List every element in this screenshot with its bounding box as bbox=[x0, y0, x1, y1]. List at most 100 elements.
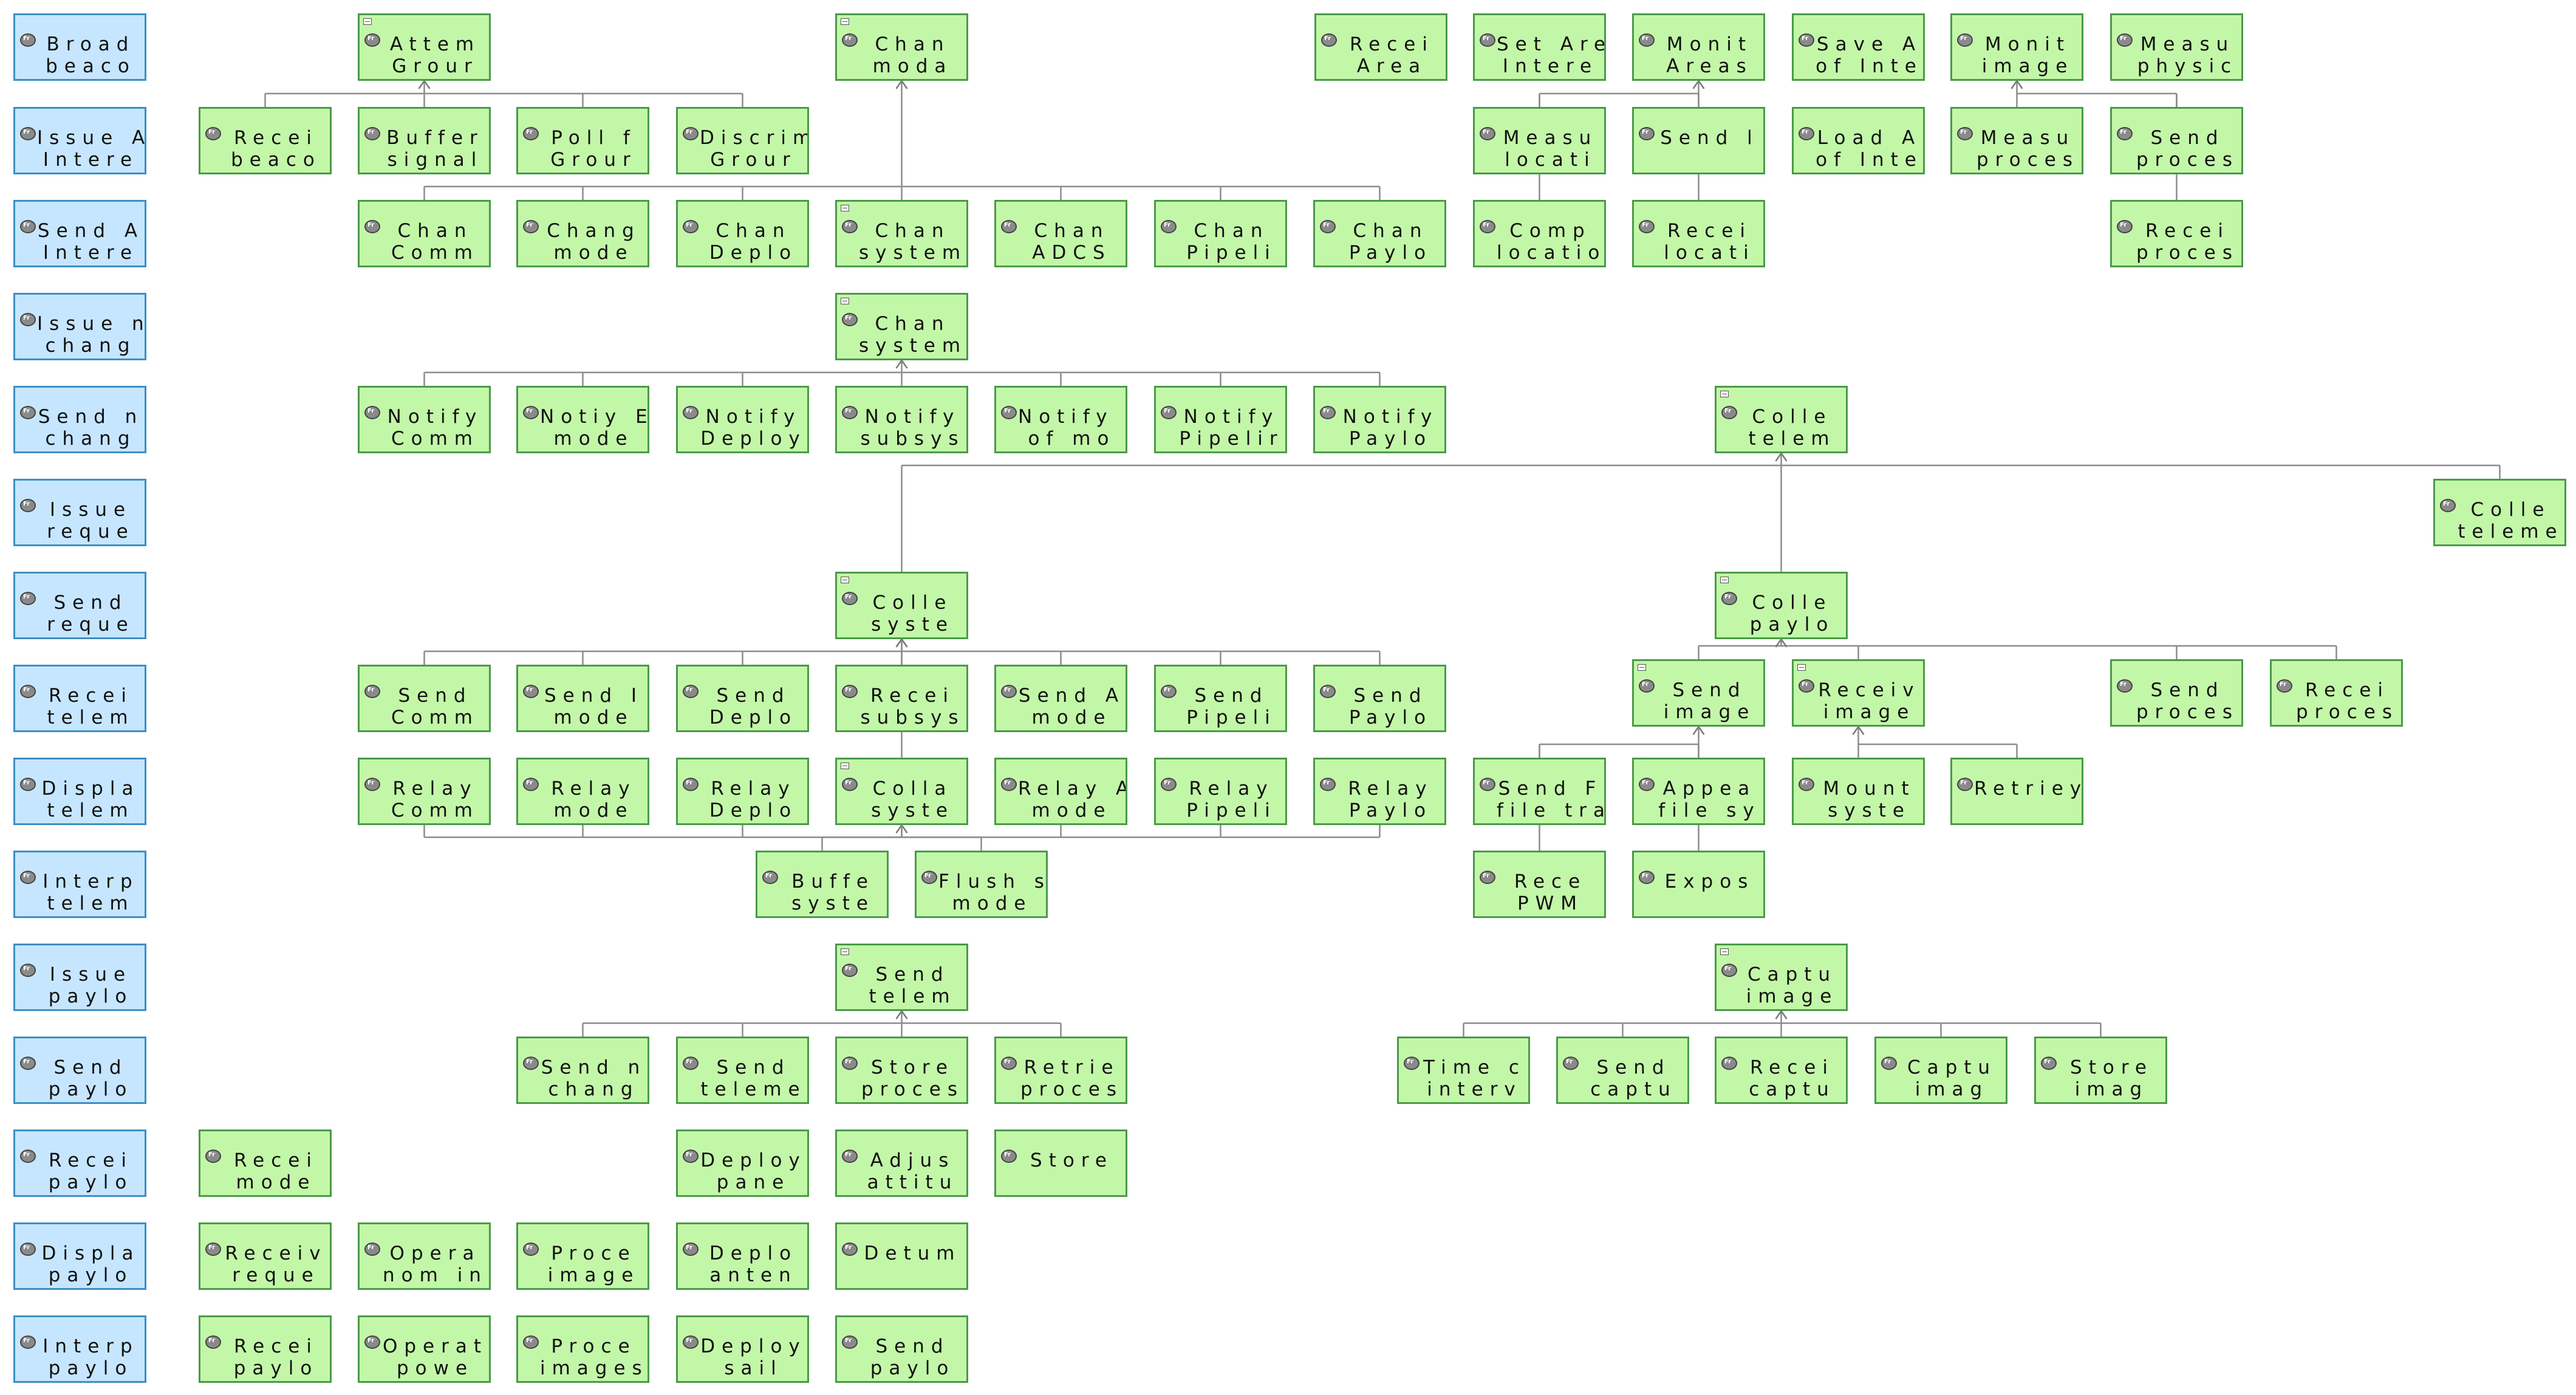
function-node-send_payload[interactable]: SendPaylo bbox=[1313, 665, 1446, 732]
function-node-capture_imag[interactable]: Captuimag bbox=[1874, 1037, 2007, 1104]
function-node-send_image[interactable]: Sendimage bbox=[1632, 659, 1765, 727]
collapse-icon[interactable] bbox=[1720, 948, 1729, 955]
requirement-node-r2[interactable]: Issue AIntere bbox=[13, 107, 146, 174]
function-node-send_pipe[interactable]: SendPipeli bbox=[1154, 665, 1287, 732]
function-node-recv_loc[interactable]: Receilocati bbox=[1632, 200, 1765, 267]
requirement-node-r11[interactable]: Issuepaylo bbox=[13, 944, 146, 1011]
function-node-collect_sys[interactable]: Collesyste bbox=[835, 572, 968, 639]
collapse-icon[interactable] bbox=[841, 577, 849, 583]
function-node-collate_sys[interactable]: Collasyste bbox=[835, 758, 968, 825]
requirement-node-r4[interactable]: Issue nchang bbox=[13, 293, 146, 360]
function-node-send_proc2[interactable]: Sendproces bbox=[2110, 659, 2243, 727]
requirement-node-r9[interactable]: Displatelem bbox=[13, 758, 146, 825]
function-node-load_area[interactable]: Load Aof Inte bbox=[1792, 107, 1925, 174]
function-node-relay_pipe[interactable]: RelayPipeli bbox=[1154, 758, 1287, 825]
function-node-set_area[interactable]: Set AreIntere bbox=[1473, 13, 1606, 81]
function-node-proc_images[interactable]: Proceimages bbox=[516, 1315, 649, 1383]
function-node-recv_pwm[interactable]: RecePWM bbox=[1473, 851, 1606, 918]
function-node-comp_loc[interactable]: Complocatio bbox=[1473, 200, 1606, 267]
function-node-send_deploy[interactable]: SendDeplo bbox=[676, 665, 809, 732]
function-node-store_imag[interactable]: Storeimag bbox=[2034, 1037, 2167, 1104]
function-node-recv_paylo[interactable]: Receipaylo bbox=[199, 1315, 332, 1383]
function-node-change_mode[interactable]: Chanmoda bbox=[835, 13, 968, 81]
function-node-send_comm[interactable]: SendComm bbox=[358, 665, 491, 732]
function-node-expose[interactable]: Expos bbox=[1632, 851, 1765, 918]
requirement-node-r12[interactable]: Sendpaylo bbox=[13, 1037, 146, 1104]
collapse-icon[interactable] bbox=[1638, 664, 1646, 671]
function-node-send_paylo[interactable]: Sendpaylo bbox=[835, 1315, 968, 1383]
function-node-notify_subsys[interactable]: Notifysubsys bbox=[835, 386, 968, 453]
function-node-send_capt[interactable]: Sendcaptu bbox=[1556, 1037, 1689, 1104]
function-node-send_filetr[interactable]: Send Ffile tra bbox=[1473, 758, 1606, 825]
function-node-relay_comm[interactable]: RelayComm bbox=[358, 758, 491, 825]
function-node-collect_payload[interactable]: Collepaylo bbox=[1715, 572, 1848, 639]
requirement-node-r3[interactable]: Send AIntere bbox=[13, 200, 146, 267]
function-node-recv_area[interactable]: ReceiArea bbox=[1314, 13, 1447, 81]
function-node-chan_pipe[interactable]: ChanPipeli bbox=[1154, 200, 1287, 267]
function-node-chan_sys2[interactable]: Chansystem bbox=[835, 293, 968, 360]
function-node-discrim[interactable]: DiscrimGrour bbox=[676, 107, 809, 174]
function-node-mount_sys[interactable]: Mountsyste bbox=[1792, 758, 1925, 825]
function-node-send_telem[interactable]: Sendtelem bbox=[835, 944, 968, 1011]
function-node-recv_image[interactable]: Receivimage bbox=[1792, 659, 1925, 727]
function-node-deploy_sail[interactable]: Deploysail bbox=[676, 1315, 809, 1383]
function-node-monitor_areas[interactable]: MonitAreas bbox=[1632, 13, 1765, 81]
collapse-icon[interactable] bbox=[841, 205, 849, 211]
function-node-append_fs[interactable]: Appeafile sy bbox=[1632, 758, 1765, 825]
function-node-buffer_signal[interactable]: Buffersignal bbox=[358, 107, 491, 174]
function-node-chan_adcs[interactable]: ChanADCS bbox=[994, 200, 1127, 267]
function-node-relay_mode[interactable]: Relaymode bbox=[516, 758, 649, 825]
function-node-chan_mode[interactable]: Changmode bbox=[516, 200, 649, 267]
function-node-deploy_ant[interactable]: Deploanten bbox=[676, 1222, 809, 1290]
function-node-adjust_att[interactable]: Adjusattitu bbox=[835, 1129, 968, 1197]
function-node-store_proc[interactable]: Storeproces bbox=[835, 1037, 968, 1104]
function-node-notify_deploy[interactable]: NotifyDeploy bbox=[676, 386, 809, 453]
function-node-relay_payload[interactable]: RelayPaylo bbox=[1313, 758, 1446, 825]
function-node-send_mode[interactable]: Send Imode bbox=[516, 665, 649, 732]
function-node-recv_mode[interactable]: Receimode bbox=[199, 1129, 332, 1197]
requirement-node-r10[interactable]: Interptelem bbox=[13, 851, 146, 918]
function-node-relay_amode[interactable]: Relay Amode bbox=[994, 758, 1127, 825]
collapse-icon[interactable] bbox=[841, 18, 849, 25]
function-node-recv_reque[interactable]: Receivreque bbox=[199, 1222, 332, 1290]
collapse-icon[interactable] bbox=[1720, 391, 1729, 397]
function-node-measure_proc[interactable]: Measuproces bbox=[1950, 107, 2083, 174]
requirement-node-r15[interactable]: Interppaylo bbox=[13, 1315, 146, 1383]
function-node-send_chang[interactable]: Send nchang bbox=[516, 1037, 649, 1104]
function-node-chan_comm[interactable]: ChanComm bbox=[358, 200, 491, 267]
function-node-deploy_panel[interactable]: Deploypane bbox=[676, 1129, 809, 1197]
function-node-recv_proc2[interactable]: Receiproces bbox=[2270, 659, 2403, 727]
collapse-icon[interactable] bbox=[841, 948, 849, 955]
collapse-icon[interactable] bbox=[363, 18, 372, 25]
requirement-node-r13[interactable]: Receipaylo bbox=[13, 1129, 146, 1197]
function-node-notify_ofmo[interactable]: Notify Aof mo bbox=[994, 386, 1127, 453]
requirement-node-r6[interactable]: Issuereque bbox=[13, 479, 146, 546]
function-node-flush_mode[interactable]: Flush smode bbox=[915, 851, 1048, 918]
function-node-proc_image[interactable]: Proceimage bbox=[516, 1222, 649, 1290]
function-node-operate_pow[interactable]: Operatpowe bbox=[358, 1315, 491, 1383]
function-node-detum[interactable]: Detum bbox=[835, 1222, 968, 1290]
function-node-operate_nom[interactable]: Operanom in bbox=[358, 1222, 491, 1290]
function-node-poll_ground[interactable]: Poll fGrour bbox=[516, 107, 649, 174]
function-node-monitor_image[interactable]: Monitimage bbox=[1950, 13, 2083, 81]
function-node-attempt[interactable]: AttemGrour bbox=[358, 13, 491, 81]
function-node-notify_comm[interactable]: NotifyComm bbox=[358, 386, 491, 453]
function-node-send_proc[interactable]: Sendproces bbox=[2110, 107, 2243, 174]
function-node-send_amode[interactable]: Send Amode bbox=[994, 665, 1127, 732]
function-node-measure_phys[interactable]: Measuphysic bbox=[2110, 13, 2243, 81]
function-node-save_area[interactable]: Save Aof Inte bbox=[1792, 13, 1925, 81]
collapse-icon[interactable] bbox=[841, 763, 849, 769]
function-node-notify_pipe[interactable]: NotifyPipelir bbox=[1154, 386, 1287, 453]
function-node-retrieve_proc[interactable]: Retrieproces bbox=[994, 1037, 1127, 1104]
function-node-collect_telem_r[interactable]: Colleteleme bbox=[2433, 479, 2566, 546]
requirement-node-r14[interactable]: Displapaylo bbox=[13, 1222, 146, 1290]
function-node-chan_deploy[interactable]: ChanDeplo bbox=[676, 200, 809, 267]
requirement-node-r5[interactable]: Send nchang bbox=[13, 386, 146, 453]
function-node-time_interv[interactable]: Time cinterv bbox=[1397, 1037, 1530, 1104]
function-node-notify_mode[interactable]: Notiy Emode bbox=[516, 386, 649, 453]
function-node-notify_payload[interactable]: NotifyPaylo bbox=[1313, 386, 1446, 453]
function-node-chan_payload[interactable]: ChanPaylo bbox=[1313, 200, 1446, 267]
requirement-node-r1[interactable]: Broadbeaco bbox=[13, 13, 146, 81]
function-node-recv_beacon[interactable]: Receibeaco bbox=[199, 107, 332, 174]
function-node-recv_subsys[interactable]: Receisubsys bbox=[835, 665, 968, 732]
